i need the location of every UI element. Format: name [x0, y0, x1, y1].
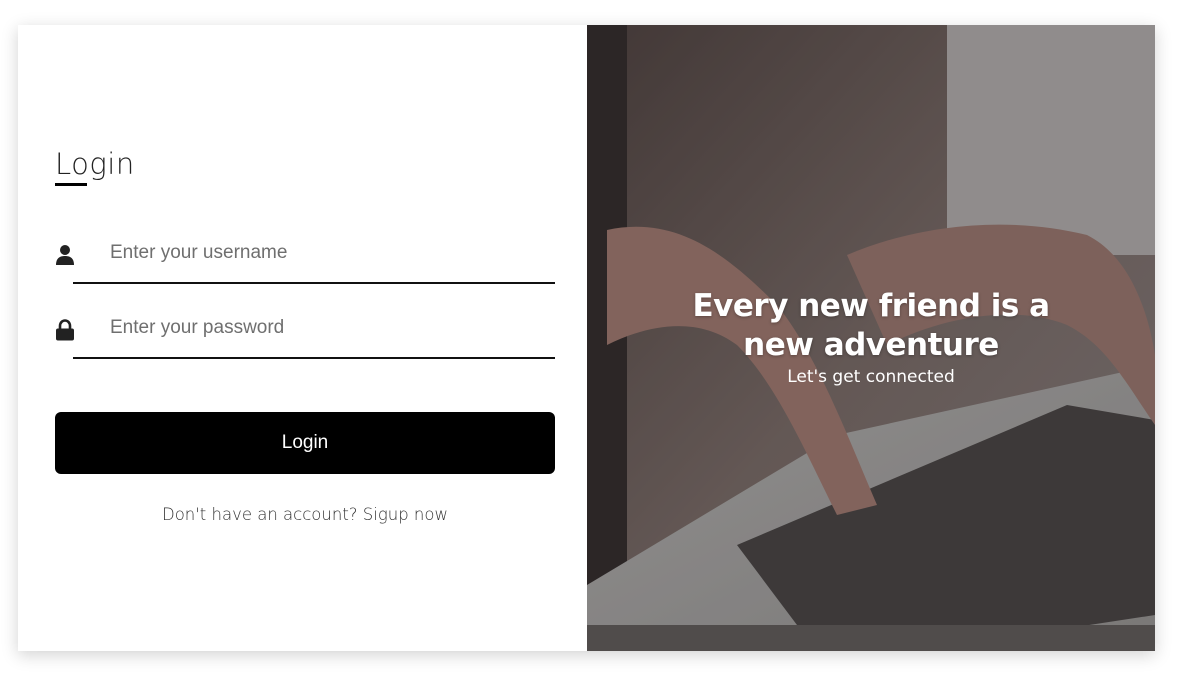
hero-subheadline: Let's get connected	[787, 367, 955, 387]
login-panel: Login Login Don't have an account?	[18, 25, 587, 651]
title-underline	[55, 183, 87, 186]
hero-headline: Every new friend is a new adventure	[587, 287, 1155, 365]
hero-headline-line2: new adventure	[743, 327, 999, 363]
username-input[interactable]	[73, 224, 555, 284]
signup-prompt: Don't have an account? Sigup now	[55, 505, 555, 524]
login-card: Login Login Don't have an account?	[18, 25, 1155, 651]
login-title: Login	[55, 147, 135, 181]
username-field	[55, 224, 555, 284]
login-button[interactable]: Login	[55, 412, 555, 474]
password-input[interactable]	[73, 299, 555, 359]
hero-headline-line1: Every new friend is a	[692, 288, 1051, 324]
signup-prompt-text: Don't have an account?	[162, 505, 358, 524]
user-icon	[55, 244, 75, 266]
password-field	[55, 299, 555, 359]
hero-panel: Every new friend is a new adventure Let'…	[587, 25, 1155, 651]
lock-icon	[55, 319, 75, 341]
signup-link[interactable]: Sigup now	[363, 505, 448, 524]
